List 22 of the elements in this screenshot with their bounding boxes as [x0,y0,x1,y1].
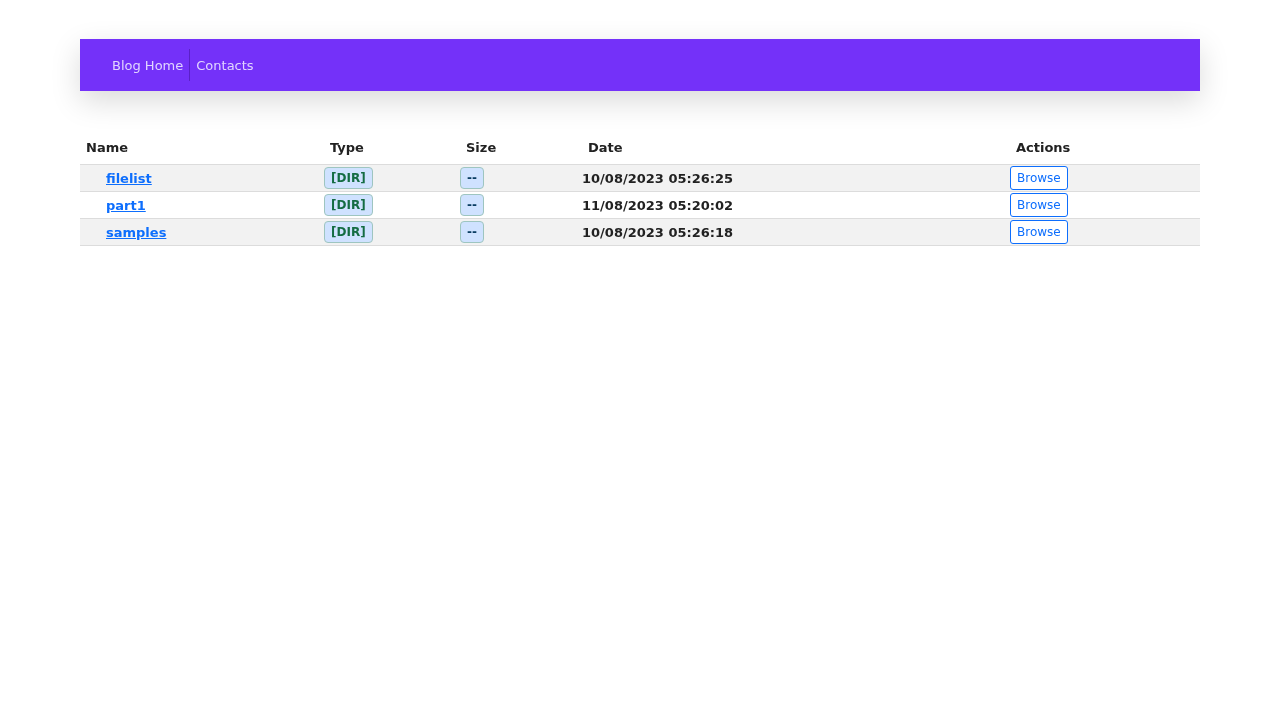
folder-link[interactable]: samples [106,224,167,240]
folder-link[interactable]: part1 [106,197,146,213]
type-badge: [DIR] [324,194,373,216]
nav-link[interactable]: Blog Home [106,49,190,81]
column-header: Size [465,140,498,155]
column-header: Date [587,140,624,155]
date-cell-text: 10/08/2023 05:26:25 [582,170,735,186]
nav-link[interactable]: Contacts [190,49,260,81]
column-header: Type [329,140,365,155]
size-badge: -- [460,221,484,243]
browse-button[interactable]: Browse [1010,220,1068,244]
size-badge: -- [460,194,484,216]
browse-button[interactable]: Browse [1010,166,1068,190]
date-cell-text: 11/08/2023 05:20:02 [582,197,735,213]
type-badge: [DIR] [324,221,373,243]
type-badge: [DIR] [324,167,373,189]
column-header: Actions [1015,140,1072,155]
date-cell-text: 10/08/2023 05:26:18 [582,224,735,240]
browse-button[interactable]: Browse [1010,193,1068,217]
column-header: Name [85,140,129,155]
folder-link[interactable]: filelist [106,170,152,186]
size-badge: -- [460,167,484,189]
